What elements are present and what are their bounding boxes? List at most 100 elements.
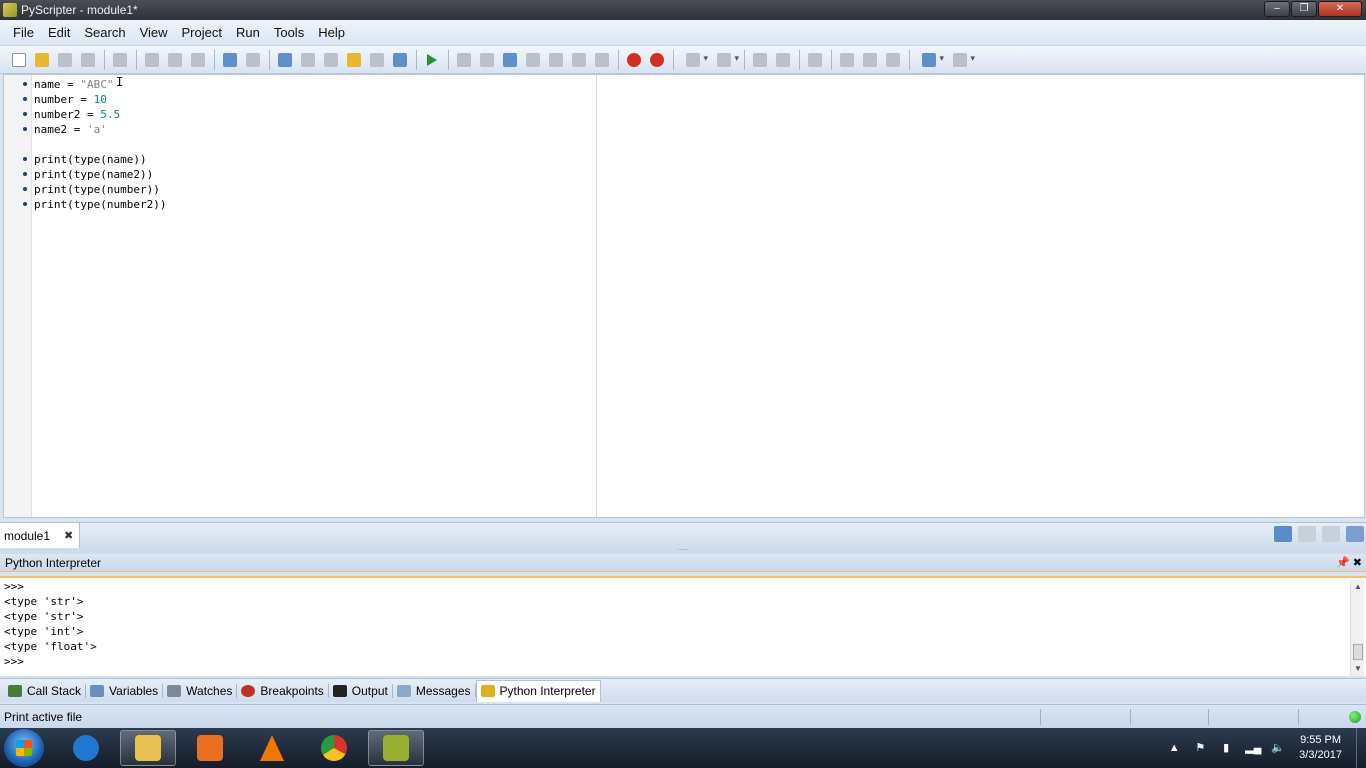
taskbar-internet-explorer[interactable] — [58, 730, 114, 766]
taskbar-file-explorer[interactable] — [120, 730, 176, 766]
comment-icon[interactable] — [804, 49, 826, 71]
taskbar-media-player[interactable] — [182, 730, 238, 766]
watches-icon — [167, 684, 182, 697]
code-line: number2 = 5.5 — [34, 108, 121, 121]
tab-variables[interactable]: Variables — [86, 680, 162, 702]
tab-label: Messages — [415, 683, 471, 698]
toggle-breakpoint-icon[interactable] — [623, 49, 645, 71]
toolbar-separator — [744, 49, 745, 70]
action-center-flag-icon[interactable]: ⚑ — [1193, 741, 1207, 755]
console-line: <type 'str'> — [4, 610, 84, 623]
scroll-up-icon[interactable]: ▲ — [1354, 582, 1362, 591]
menu-run[interactable]: Run — [229, 25, 267, 40]
start-button[interactable] — [4, 729, 44, 767]
syntax-check-icon[interactable] — [389, 49, 411, 71]
editor-gutter — [4, 75, 32, 517]
menu-project[interactable]: Project — [175, 25, 229, 40]
minimize-button[interactable]: ‒ — [1264, 1, 1290, 17]
taskbar-chrome[interactable] — [306, 730, 362, 766]
console-line: <type 'int'> — [4, 625, 84, 638]
taskbar-pyscripter[interactable] — [368, 730, 424, 766]
interpreter-scrollbar[interactable]: ▲ ▼ — [1350, 580, 1364, 676]
paste-icon[interactable] — [187, 49, 209, 71]
show-desktop-button[interactable] — [1356, 728, 1366, 768]
taskbar-clock[interactable]: 9:55 PM 3/3/2017 — [1299, 733, 1342, 763]
menu-help[interactable]: Help — [311, 25, 352, 40]
tab-breakpoints[interactable]: Breakpoints — [237, 680, 327, 702]
menu-bar: File Edit Search View Project Run Tools … — [0, 20, 1366, 46]
print-icon[interactable] — [109, 49, 131, 71]
run-to-cursor-icon[interactable] — [545, 49, 567, 71]
internet-explorer-icon — [73, 735, 99, 761]
undo-icon[interactable] — [219, 49, 241, 71]
clear-breakpoints-icon[interactable] — [646, 49, 668, 71]
open-file-icon[interactable] — [31, 49, 53, 71]
goto-line-icon[interactable] — [366, 49, 388, 71]
run-icon[interactable] — [421, 49, 443, 71]
dedent-icon[interactable] — [772, 49, 794, 71]
save-all-icon[interactable] — [77, 49, 99, 71]
step-over-icon[interactable] — [499, 49, 521, 71]
show-hidden-icons-icon[interactable]: ▲ — [1167, 741, 1181, 755]
code-line: print(type(name2)) — [34, 168, 154, 181]
code-editor[interactable]: name = "ABC" number = 10 number2 = 5.5 n… — [3, 74, 1365, 518]
maximize-editor-icon[interactable] — [1346, 526, 1364, 542]
copy-icon[interactable] — [164, 49, 186, 71]
tab-call-stack[interactable]: Call Stack — [4, 680, 85, 702]
tab-list-icon[interactable] — [1274, 526, 1292, 542]
find-icon[interactable] — [274, 49, 296, 71]
battery-icon[interactable]: ▮ — [1219, 741, 1233, 755]
split-view-icon[interactable] — [1322, 526, 1340, 542]
scroll-thumb[interactable] — [1353, 644, 1363, 660]
menu-file[interactable]: File — [6, 25, 41, 40]
step-into-icon[interactable] — [476, 49, 498, 71]
volume-icon[interactable]: 🔈 — [1271, 741, 1285, 755]
new-file-icon[interactable] — [8, 49, 30, 71]
menu-view[interactable]: View — [133, 25, 175, 40]
python-icon — [480, 685, 495, 697]
pause-icon[interactable] — [568, 49, 590, 71]
menu-search[interactable]: Search — [77, 25, 132, 40]
find-in-files-icon[interactable] — [343, 49, 365, 71]
tab-label: module1 — [4, 528, 51, 543]
network-signal-icon[interactable]: ▂▄ — [1245, 741, 1261, 755]
back-icon[interactable] — [678, 49, 708, 71]
tab-python-interpreter[interactable]: Python Interpreter — [475, 679, 601, 702]
view-icon[interactable] — [945, 49, 975, 71]
python-interpreter-console[interactable]: >>> <type 'str'> <type 'str'> <type 'int… — [0, 576, 1366, 676]
save-icon[interactable] — [54, 49, 76, 71]
whitespace-icon[interactable] — [859, 49, 881, 71]
tab-watches[interactable]: Watches — [163, 680, 236, 702]
menu-edit[interactable]: Edit — [41, 25, 77, 40]
toolbar-separator — [214, 49, 215, 70]
taskbar-vlc[interactable] — [244, 730, 300, 766]
cut-icon[interactable] — [141, 49, 163, 71]
tab-module1[interactable]: module1 ✖ — [0, 523, 80, 548]
line-marker — [23, 157, 27, 161]
redo-icon[interactable] — [242, 49, 264, 71]
pin-close-icon[interactable]: 📌 ✖ — [1336, 554, 1362, 572]
line-numbers-icon[interactable] — [836, 49, 858, 71]
console-line: >>> — [4, 580, 24, 593]
layout-icon[interactable] — [914, 49, 944, 71]
abort-icon[interactable] — [591, 49, 613, 71]
tab-close-icon[interactable]: ✖ — [64, 529, 73, 542]
toolbar-separator — [136, 49, 137, 70]
forward-icon[interactable] — [709, 49, 739, 71]
tab-output[interactable]: Output — [329, 680, 392, 702]
close-button[interactable]: ✕ — [1318, 1, 1362, 17]
status-divider — [1208, 709, 1209, 725]
maximize-button[interactable]: ❐ — [1291, 1, 1317, 17]
secondary-view-icon[interactable] — [1298, 526, 1316, 542]
indent-icon[interactable] — [749, 49, 771, 71]
step-out-icon[interactable] — [522, 49, 544, 71]
editor-right-margin — [596, 75, 597, 517]
debug-icon[interactable] — [453, 49, 475, 71]
tab-messages[interactable]: Messages — [393, 680, 475, 702]
special-chars-icon[interactable] — [882, 49, 904, 71]
scroll-down-icon[interactable]: ▼ — [1354, 664, 1362, 673]
find-next-icon[interactable] — [297, 49, 319, 71]
status-bar: Print active file — [0, 704, 1366, 728]
menu-tools[interactable]: Tools — [267, 25, 311, 40]
replace-icon[interactable] — [320, 49, 342, 71]
